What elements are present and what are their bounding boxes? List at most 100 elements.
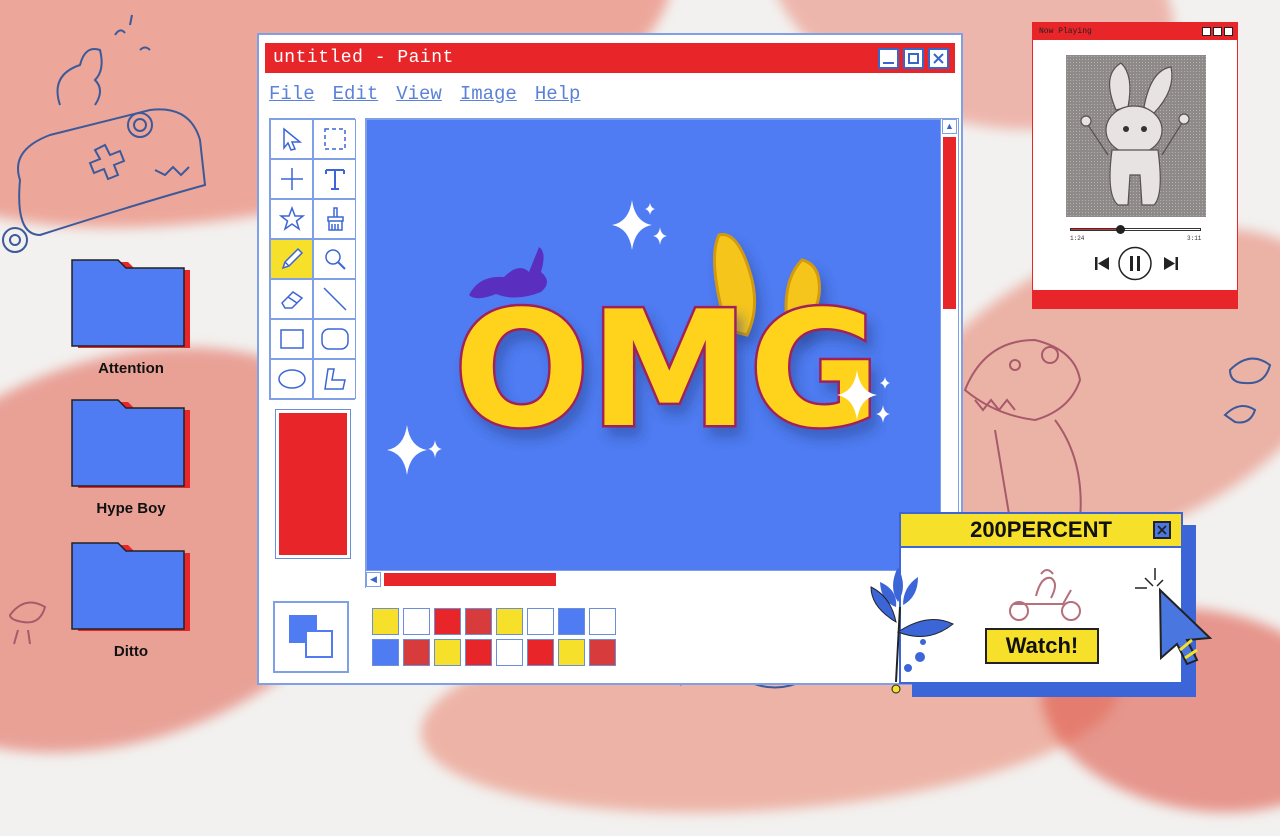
- ambulance-doodle: [2, 14, 207, 253]
- player-minimize-button[interactable]: [1202, 27, 1211, 36]
- folder-icon: [71, 542, 190, 631]
- rabbit-icon: [469, 247, 547, 299]
- palette-swatch[interactable]: [558, 608, 585, 635]
- popup-close-button[interactable]: [1153, 521, 1171, 539]
- color-palette: [372, 608, 620, 670]
- folder-label: Ditto: [113, 643, 149, 660]
- rounded-rect-icon: [320, 328, 349, 350]
- close-icon: [1157, 525, 1167, 535]
- horizontal-scrollbar[interactable]: ◀: [366, 570, 942, 588]
- tool-crosshair[interactable]: [270, 159, 313, 199]
- tool-rectangle[interactable]: [270, 319, 313, 359]
- player-maximize-button[interactable]: [1213, 27, 1222, 36]
- close-icon: [933, 52, 944, 64]
- maximize-button[interactable]: [903, 47, 924, 69]
- palette-swatch[interactable]: [403, 639, 430, 666]
- select-free-icon: [282, 127, 302, 151]
- tool-shape-star[interactable]: [270, 199, 313, 239]
- folder-ditto[interactable]: Ditto: [70, 539, 192, 660]
- star-icon: [278, 206, 305, 231]
- vertical-scroll-thumb[interactable]: [943, 137, 956, 309]
- pause-icon[interactable]: [1118, 246, 1152, 281]
- close-button[interactable]: [928, 47, 949, 69]
- scooter-icon: [1009, 569, 1081, 621]
- watch-button[interactable]: Watch!: [985, 628, 1099, 664]
- current-color-swatch[interactable]: [275, 409, 351, 559]
- palette-swatch[interactable]: [372, 608, 399, 635]
- tool-ellipse[interactable]: [270, 359, 313, 399]
- palette-swatch[interactable]: [558, 639, 585, 666]
- horizontal-scroll-thumb[interactable]: [384, 573, 556, 586]
- select-rect-icon: [323, 128, 346, 150]
- vertical-scrollbar[interactable]: ▲: [940, 119, 958, 571]
- palette-swatch[interactable]: [527, 608, 554, 635]
- crosshair-icon: [280, 168, 303, 190]
- player-footer: [1033, 290, 1237, 308]
- pencil-icon: [281, 247, 303, 270]
- elapsed-time: 1:24: [1070, 235, 1085, 242]
- tool-eraser[interactable]: [270, 279, 313, 319]
- folder-label: Attention: [98, 360, 164, 377]
- scroll-up-icon[interactable]: ▲: [942, 119, 957, 134]
- player-title: Now Playing: [1039, 27, 1092, 36]
- omg-text: OMG: [454, 276, 881, 463]
- tool-pencil[interactable]: [270, 239, 313, 279]
- menu-bar: File Edit View Image Help: [269, 83, 580, 105]
- scroll-left-icon[interactable]: ◀: [366, 572, 381, 587]
- now-playing-window: Now Playing 1:24 3:11: [1032, 22, 1238, 309]
- toolbox: [269, 118, 356, 400]
- tool-rounded-rect[interactable]: [313, 319, 356, 359]
- menu-file[interactable]: File: [269, 83, 315, 105]
- bunny-icon: [1080, 62, 1190, 206]
- next-icon[interactable]: [1164, 257, 1178, 270]
- title-bar[interactable]: untitled - Paint: [265, 43, 955, 73]
- menu-help[interactable]: Help: [535, 83, 581, 105]
- tool-rect-select[interactable]: [313, 119, 356, 159]
- tool-polygon[interactable]: [313, 359, 356, 399]
- tool-line[interactable]: [313, 279, 356, 319]
- song-progress-bar[interactable]: [1070, 225, 1201, 234]
- palette-swatch[interactable]: [527, 639, 554, 666]
- palette-swatch[interactable]: [465, 639, 492, 666]
- color-swap-box[interactable]: [273, 601, 349, 673]
- brush-icon: [326, 207, 344, 231]
- flower-doodle: [870, 567, 954, 694]
- palette-swatch[interactable]: [434, 639, 461, 666]
- folder-label: Hype Boy: [96, 500, 166, 517]
- window-title: untitled - Paint: [273, 48, 454, 68]
- maximize-icon: [908, 52, 919, 64]
- rectangle-icon: [279, 329, 304, 349]
- palette-swatch[interactable]: [434, 608, 461, 635]
- tool-magnifier[interactable]: [313, 239, 356, 279]
- palette-swatch[interactable]: [496, 639, 523, 666]
- paint-window: untitled - Paint File Edit View Image He…: [257, 33, 963, 685]
- minimize-button[interactable]: [878, 47, 899, 69]
- folder-hype-boy[interactable]: Hype Boy: [70, 396, 192, 517]
- previous-icon[interactable]: [1095, 257, 1109, 270]
- tool-brush[interactable]: [313, 199, 356, 239]
- cursor-icon: [1135, 568, 1213, 666]
- menu-image[interactable]: Image: [460, 83, 517, 105]
- tool-text[interactable]: [313, 159, 356, 199]
- eraser-icon: [280, 291, 303, 309]
- palette-swatch[interactable]: [589, 639, 616, 666]
- palette-swatch[interactable]: [372, 639, 399, 666]
- folder-icon: [71, 399, 190, 488]
- menu-edit[interactable]: Edit: [333, 83, 379, 105]
- total-time: 3:11: [1187, 235, 1202, 242]
- drawing-canvas[interactable]: OMG: [365, 118, 959, 588]
- polygon-icon: [323, 368, 346, 390]
- palette-swatch[interactable]: [589, 608, 616, 635]
- ellipse-icon: [277, 369, 306, 389]
- bird-doodle: [8, 601, 47, 645]
- folder-attention[interactable]: Attention: [70, 256, 192, 377]
- player-title-bar[interactable]: Now Playing: [1033, 23, 1237, 40]
- tool-free-select[interactable]: [270, 119, 313, 159]
- popup-title-bar[interactable]: 200PERCENT: [901, 514, 1181, 548]
- progress-knob[interactable]: [1116, 225, 1126, 234]
- palette-swatch[interactable]: [496, 608, 523, 635]
- player-close-button[interactable]: [1224, 27, 1233, 36]
- menu-view[interactable]: View: [396, 83, 442, 105]
- palette-swatch[interactable]: [403, 608, 430, 635]
- palette-swatch[interactable]: [465, 608, 492, 635]
